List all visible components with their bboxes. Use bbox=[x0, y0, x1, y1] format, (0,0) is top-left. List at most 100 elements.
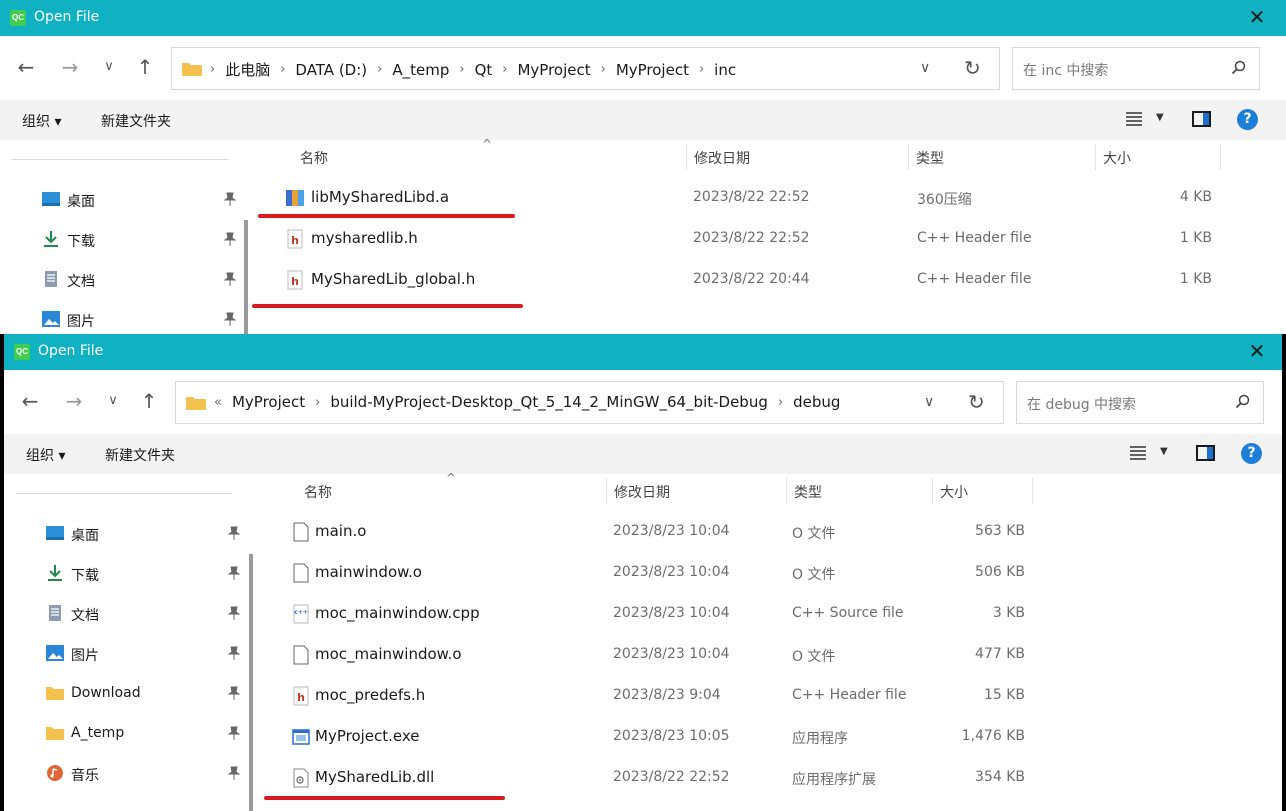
breadcrumb-overflow-icon[interactable]: « bbox=[214, 395, 222, 410]
sidebar-item-music[interactable]: 音乐 bbox=[46, 758, 246, 790]
breadcrumb-item[interactable]: MyProject bbox=[517, 61, 590, 79]
preview-pane-icon[interactable] bbox=[1196, 445, 1215, 461]
up-arrow-icon[interactable]: ↑ bbox=[131, 56, 159, 80]
address-bar[interactable]: « MyProject › build-MyProject-Desktop_Qt… bbox=[175, 381, 1004, 424]
sidebar-item-documents[interactable]: 文档 bbox=[46, 598, 246, 630]
table-row[interactable]: libMySharedLibd.a 2023/8/22 22:52 360压缩 … bbox=[258, 178, 1218, 218]
pin-icon bbox=[228, 726, 240, 740]
new-folder-button[interactable]: 新建文件夹 bbox=[101, 111, 171, 131]
table-row[interactable]: main.o 2023/8/23 10:04 O 文件 563 KB bbox=[262, 512, 1032, 552]
search-input[interactable]: 在 inc 中搜索 bbox=[1012, 47, 1260, 90]
view-details-icon[interactable] bbox=[1126, 112, 1142, 126]
refresh-icon[interactable]: ↻ bbox=[968, 390, 985, 414]
pictures-icon bbox=[46, 645, 64, 661]
breadcrumb-item[interactable]: debug bbox=[793, 393, 840, 411]
sidebar-scrollbar[interactable] bbox=[249, 554, 253, 811]
title-bar[interactable]: QC Open File ✕ bbox=[0, 0, 1286, 36]
file-name: moc_mainwindow.o bbox=[315, 645, 462, 663]
column-header-name[interactable]: 名称 ^ bbox=[296, 471, 606, 506]
sidebar-item-pictures[interactable]: 图片 bbox=[46, 638, 246, 670]
file-date: 2023/8/22 20:44 bbox=[693, 271, 810, 287]
sidebar-item-downloads[interactable]: 下载 bbox=[42, 224, 242, 256]
view-options-chevron-icon[interactable]: ▼ bbox=[1160, 446, 1168, 457]
column-header-size[interactable]: 大小 bbox=[932, 474, 1032, 506]
table-row[interactable]: c++ moc_mainwindow.cpp 2023/8/23 10:04 C… bbox=[262, 594, 1032, 634]
column-header-date[interactable]: 修改日期 bbox=[606, 474, 786, 506]
preview-pane-icon[interactable] bbox=[1192, 111, 1211, 127]
address-dropdown-chevron-icon[interactable]: ∨ bbox=[924, 394, 934, 410]
file-type: 应用程序扩展 bbox=[792, 772, 876, 788]
title-bar[interactable]: QC Open File ✕ bbox=[4, 334, 1282, 370]
new-folder-button[interactable]: 新建文件夹 bbox=[105, 445, 175, 465]
sidebar-item-documents[interactable]: 文档 bbox=[42, 264, 242, 296]
breadcrumb-item[interactable]: DATA (D:) bbox=[295, 61, 367, 79]
table-row[interactable]: h MySharedLib_global.h 2023/8/22 20:44 C… bbox=[258, 260, 1218, 300]
breadcrumb-item[interactable]: 此电脑 bbox=[225, 59, 270, 80]
breadcrumb-item[interactable]: inc bbox=[714, 61, 736, 79]
recent-locations-chevron-icon[interactable]: ∨ bbox=[95, 56, 123, 80]
forward-arrow-icon[interactable]: → bbox=[56, 56, 84, 80]
up-arrow-icon[interactable]: ↑ bbox=[135, 390, 163, 414]
blank-file-icon bbox=[293, 522, 309, 542]
sidebar-item-pictures[interactable]: 图片 bbox=[42, 304, 242, 334]
table-row[interactable]: mainwindow.o 2023/8/23 10:04 O 文件 506 KB bbox=[262, 553, 1032, 593]
breadcrumb-item[interactable]: Qt bbox=[475, 61, 493, 79]
sidebar-item-label: 图片 bbox=[71, 648, 99, 664]
table-row[interactable]: moc_mainwindow.o 2023/8/23 10:04 O 文件 47… bbox=[262, 635, 1032, 675]
sidebar-item-desktop[interactable]: 桌面 bbox=[42, 184, 242, 216]
file-type: O 文件 bbox=[792, 567, 836, 583]
refresh-icon[interactable]: ↻ bbox=[964, 56, 981, 80]
open-file-dialog-inc: QC Open File ✕ ← → ∨ ↑ › 此电脑 › DATA (D:)… bbox=[0, 0, 1286, 334]
column-header-name[interactable]: 名称 ^ bbox=[292, 137, 686, 172]
forward-arrow-icon[interactable]: → bbox=[60, 390, 88, 414]
file-size: 563 KB bbox=[975, 523, 1025, 539]
column-header-date[interactable]: 修改日期 bbox=[686, 140, 908, 172]
table-row[interactable]: h mysharedlib.h 2023/8/22 22:52 C++ Head… bbox=[258, 219, 1218, 259]
breadcrumb-item[interactable]: A_temp bbox=[392, 61, 449, 79]
table-row[interactable]: h moc_predefs.h 2023/8/23 9:04 C++ Heade… bbox=[262, 676, 1032, 716]
sidebar-item-a-temp[interactable]: A_temp bbox=[46, 718, 246, 750]
close-button[interactable]: ✕ bbox=[1234, 334, 1280, 370]
navigation-pane: 桌面 下载 文档 图片 bbox=[0, 140, 252, 334]
back-arrow-icon[interactable]: ← bbox=[16, 390, 44, 414]
table-row[interactable]: MySharedLib.dll 2023/8/22 22:52 应用程序扩展 3… bbox=[262, 758, 1032, 798]
file-type: 360压缩 bbox=[917, 192, 972, 208]
file-name: libMySharedLibd.a bbox=[311, 188, 450, 206]
file-date: 2023/8/23 10:05 bbox=[613, 728, 730, 744]
header-file-icon: h bbox=[287, 229, 303, 249]
column-header-type[interactable]: 类型 bbox=[908, 140, 1094, 172]
column-header-type[interactable]: 类型 bbox=[786, 474, 932, 506]
organize-menu-button[interactable]: 组织 ▾ bbox=[22, 111, 61, 131]
sidebar-item-label: 文档 bbox=[71, 608, 99, 624]
address-bar[interactable]: › 此电脑 › DATA (D:) › A_temp › Qt › MyProj… bbox=[171, 47, 1000, 90]
view-options-chevron-icon[interactable]: ▼ bbox=[1156, 112, 1164, 123]
file-name: MySharedLib_global.h bbox=[311, 270, 476, 288]
recent-locations-chevron-icon[interactable]: ∨ bbox=[99, 390, 127, 414]
breadcrumb-item[interactable]: build-MyProject-Desktop_Qt_5_14_2_MinGW_… bbox=[330, 393, 768, 411]
file-name: mysharedlib.h bbox=[311, 229, 418, 247]
sidebar-item-label: 桌面 bbox=[71, 528, 99, 544]
sidebar-item-desktop[interactable]: 桌面 bbox=[46, 518, 246, 550]
file-size: 477 KB bbox=[975, 646, 1025, 662]
back-arrow-icon[interactable]: ← bbox=[12, 56, 40, 80]
sidebar-item-downloads[interactable]: 下载 bbox=[46, 558, 246, 590]
breadcrumb-item[interactable]: MyProject bbox=[232, 393, 305, 411]
open-file-dialog-debug: QC Open File ✕ ← → ∨ ↑ « MyProject › bui… bbox=[4, 334, 1282, 811]
file-date: 2023/8/23 10:04 bbox=[613, 646, 730, 662]
file-name: moc_predefs.h bbox=[315, 686, 426, 704]
column-header-size[interactable]: 大小 bbox=[1095, 140, 1220, 172]
address-dropdown-chevron-icon[interactable]: ∨ bbox=[920, 60, 930, 76]
breadcrumb-item[interactable]: MyProject bbox=[616, 61, 689, 79]
view-details-icon[interactable] bbox=[1130, 446, 1146, 460]
svg-text:c++: c++ bbox=[294, 609, 308, 616]
search-input[interactable]: 在 debug 中搜索 bbox=[1016, 381, 1264, 424]
table-row[interactable]: MyProject.exe 2023/8/23 10:05 应用程序 1,476… bbox=[262, 717, 1032, 757]
help-icon[interactable]: ? bbox=[1237, 109, 1258, 130]
close-button[interactable]: ✕ bbox=[1234, 0, 1280, 36]
help-icon[interactable]: ? bbox=[1241, 443, 1262, 464]
header-file-icon: h bbox=[293, 686, 309, 706]
sidebar-scrollbar[interactable] bbox=[244, 220, 248, 334]
organize-menu-button[interactable]: 组织 ▾ bbox=[26, 445, 65, 465]
sidebar-item-download-folder[interactable]: Download bbox=[46, 678, 246, 710]
cpp-source-icon: c++ bbox=[293, 604, 309, 624]
